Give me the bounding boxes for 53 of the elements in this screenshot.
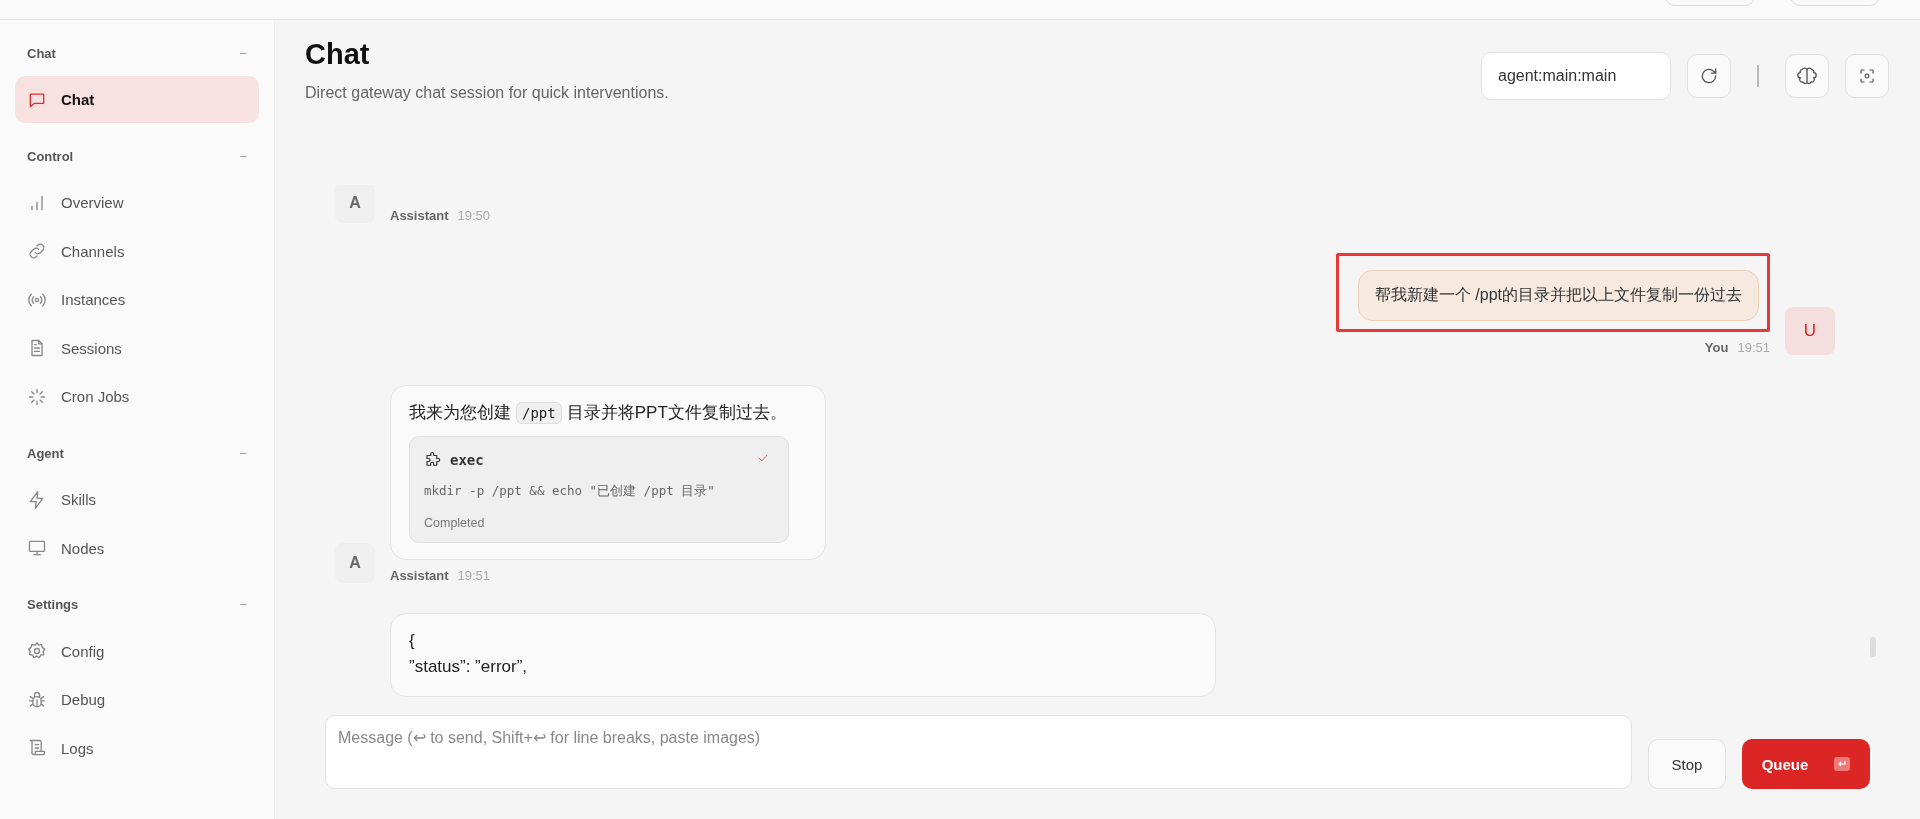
puzzle-icon [424,450,442,469]
message-time: 19:51 [1737,340,1770,355]
focus-icon [1858,67,1876,85]
scroll-icon [27,738,47,758]
brain-button[interactable] [1785,54,1829,98]
sidebar-item[interactable]: Instances [15,276,259,323]
avatar: A [335,185,375,223]
sidebar-item[interactable]: Channels [15,227,259,275]
tool-command: mkdir -p /ppt && echo "已创建 /ppt 目录" [424,482,716,500]
monitor-icon [27,538,47,558]
bug-icon [27,689,47,710]
sidebar-item[interactable]: Skills [15,476,259,523]
section-title: Chat [27,45,56,61]
section-title: Settings [27,597,79,612]
session-field[interactable]: agent:main:main [1481,52,1671,100]
sender-name: Assistant [390,208,449,223]
inline-code: /ppt [516,402,562,424]
json-line: { [409,629,416,652]
loader-icon [27,386,47,407]
sidebar-item[interactable]: Chat [15,76,259,123]
sender-name: Assistant [390,567,449,583]
section-title: Agent [27,445,64,461]
brain-icon [1797,66,1817,86]
page-title: Chat [305,37,371,72]
json-line: ”status”: ”error”, [409,655,529,678]
message-time: 19:50 [457,208,491,223]
tool-status: Completed [424,515,486,530]
sidebar-item[interactable]: Nodes [15,524,259,572]
enter-key-icon [1834,757,1851,771]
message-bubble: 帮我新建一个 /ppt的目录并把以上文件复制一份过去 [1357,270,1759,321]
message-time: 19:51 [457,567,491,583]
tool-name: exec [450,451,484,468]
message-input[interactable]: Message (↩ to send, Shift+↩ for line breaks, paste images) [325,715,1632,789]
focus-button[interactable] [1845,54,1889,98]
refresh-icon [1699,66,1719,86]
sidebar-item[interactable]: Cron Jobs [15,373,259,420]
sidebar-item[interactable]: Overview [15,179,259,226]
avatar: U [1785,307,1835,355]
queue-button[interactable]: Queue [1742,739,1870,789]
sidebar-item[interactable]: Sessions [15,324,259,372]
sidebar-item[interactable]: Debug [15,676,259,723]
avatar: A [335,542,375,583]
sidebar-item[interactable]: Config [15,627,259,675]
message-text: 我来为您创建 /ppt 目录并将PPT文件复制过去。 [409,401,788,426]
sidebar-item[interactable]: Logs [15,724,259,772]
sender-name: You [1704,340,1729,355]
scrollbar-thumb[interactable] [1870,637,1876,657]
section-title: Control [27,148,74,164]
stop-button[interactable]: Stop [1648,739,1726,789]
gear-icon [27,641,47,661]
link-icon [27,241,47,261]
refresh-button[interactable] [1687,54,1731,98]
page-subtitle: Direct gateway chat session for quick interventions. [305,83,669,102]
